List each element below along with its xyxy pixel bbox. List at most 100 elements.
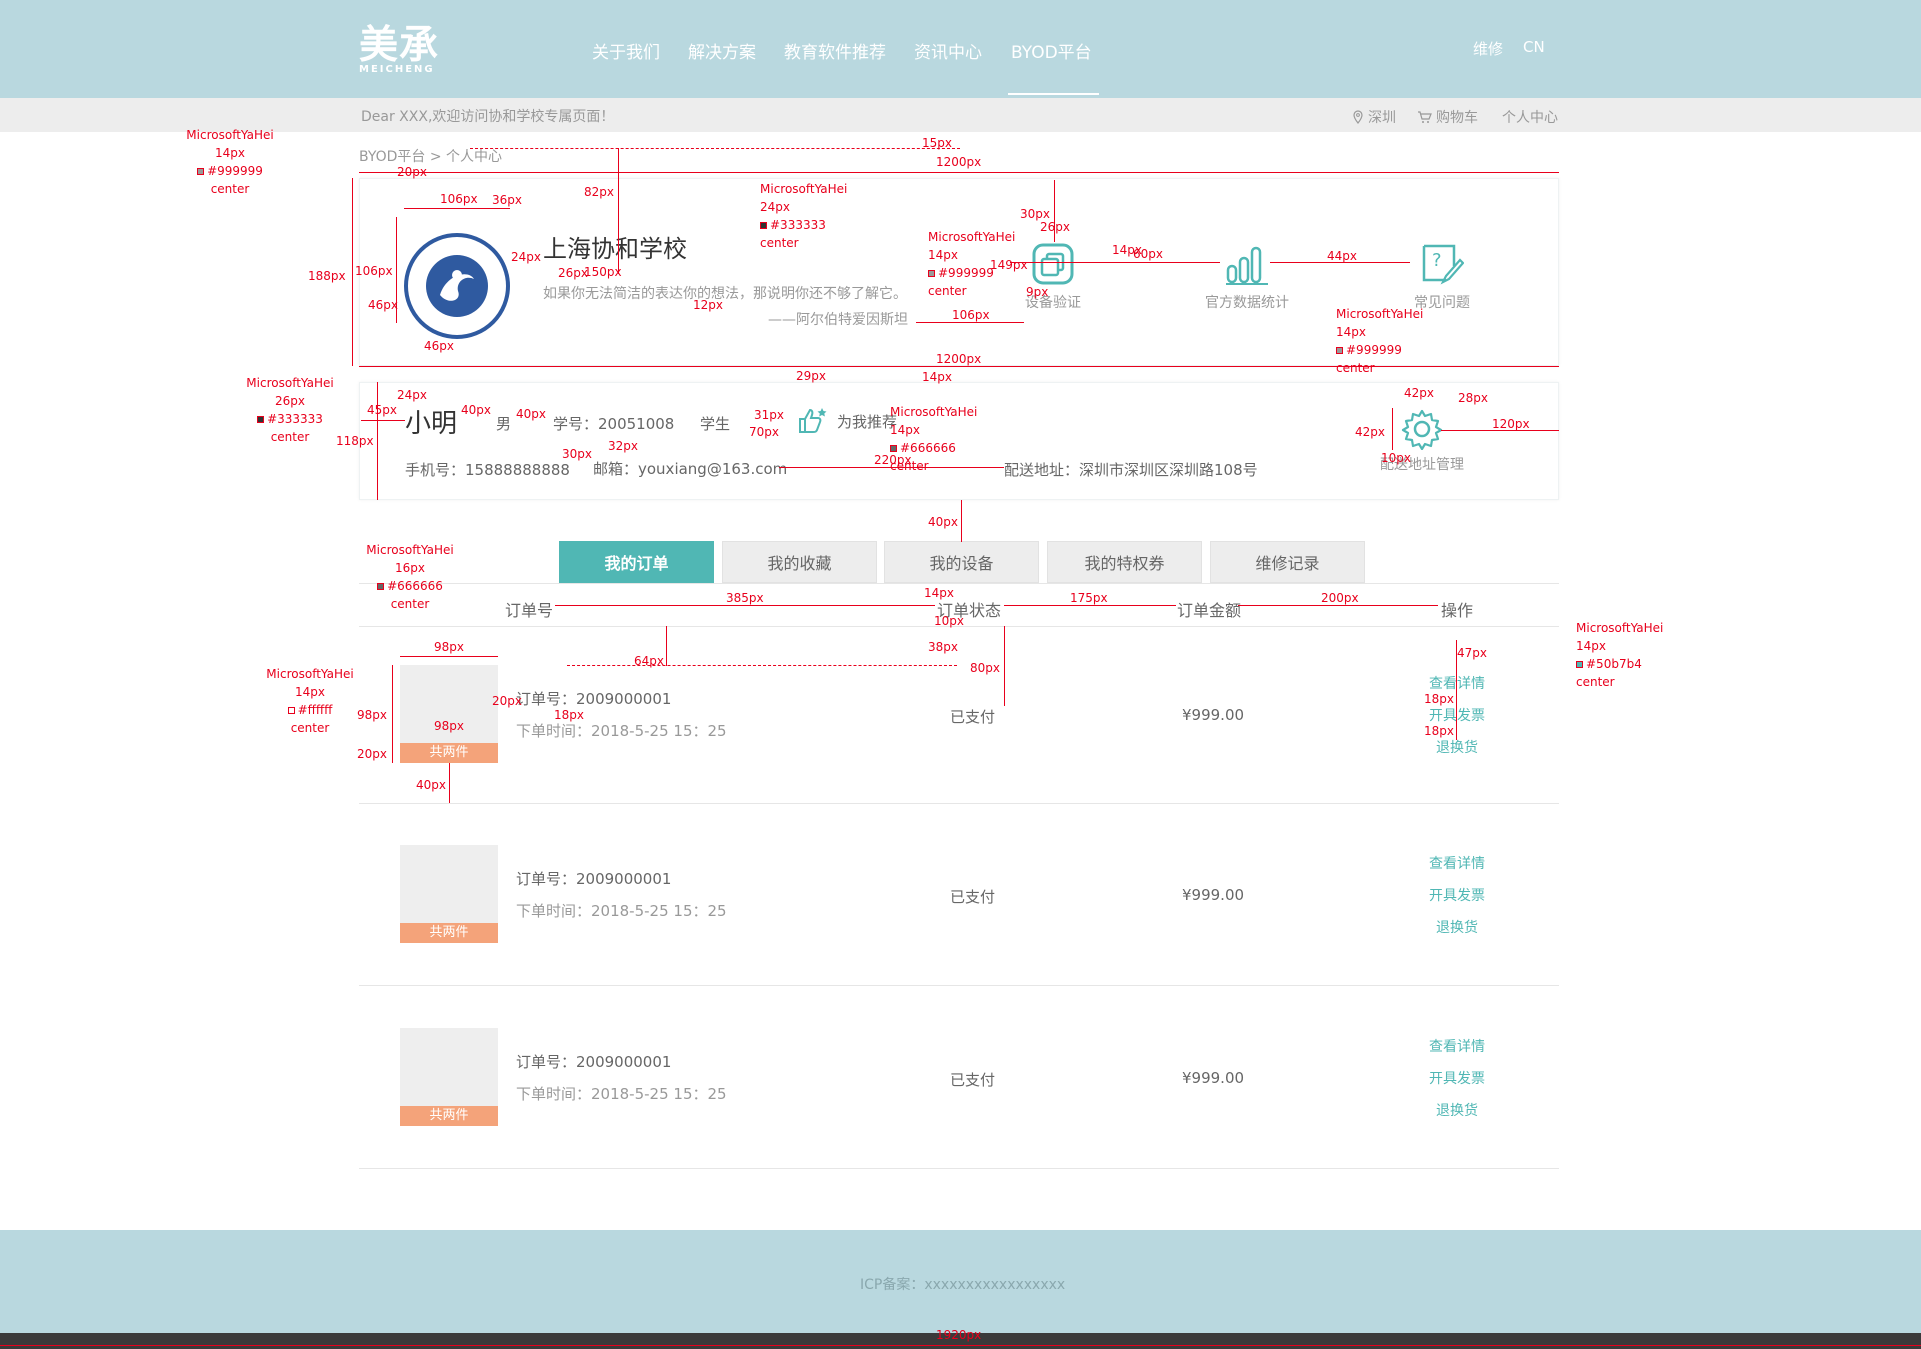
- item-count-tag: 共两件: [400, 743, 498, 763]
- dimension-value: 40px: [461, 403, 491, 417]
- logo-cn: 美承: [359, 22, 440, 68]
- order-amount: ¥999.00: [1182, 706, 1245, 724]
- device-verify-icon: [1031, 242, 1075, 286]
- svg-text:?: ?: [1432, 250, 1442, 271]
- student-role: 学生: [700, 415, 731, 433]
- dimension-line: [392, 665, 393, 763]
- order-number: 订单号：2009000001: [516, 870, 672, 888]
- row-divider: [359, 1168, 1559, 1169]
- dimension-line: [361, 420, 405, 421]
- cart-label: 购物车: [1436, 110, 1478, 126]
- location-link[interactable]: 深圳: [1352, 107, 1396, 127]
- tab-coupons[interactable]: 我的特权券: [1047, 541, 1202, 583]
- dimension-line: [1392, 408, 1393, 450]
- bar-chart-icon: [1225, 242, 1269, 286]
- dimension-value: 20px: [397, 165, 427, 179]
- service-label: 官方数据统计: [1205, 295, 1289, 311]
- tab-devices[interactable]: 我的设备: [884, 541, 1039, 583]
- tab-repair-records[interactable]: 维修记录: [1210, 541, 1365, 583]
- dimension-value: 15px: [922, 136, 952, 150]
- dimension-line: [470, 148, 960, 149]
- dimension-value: 9px: [1026, 285, 1049, 299]
- dimension-value: 32px: [608, 439, 638, 453]
- dimension-line: [449, 763, 450, 803]
- motto-author: ——阿尔伯特爱因斯坦: [768, 312, 908, 328]
- page: { "brand": {"logo_cn": "美承", "logo_en": …: [0, 0, 1921, 1349]
- breadcrumb[interactable]: BYOD平台 > 个人中心: [359, 146, 502, 166]
- cart-link[interactable]: 购物车: [1417, 107, 1478, 127]
- student-email: 邮箱：youxiang@163.com: [593, 460, 788, 478]
- order-amount: ¥999.00: [1182, 1069, 1245, 1087]
- dimension-value: 200px: [1321, 591, 1359, 605]
- location-label: 深圳: [1368, 110, 1396, 126]
- icp-record: ICP备案：xxxxxxxxxxxxxxxxx: [860, 1277, 1066, 1293]
- dimension-value: 44px: [1327, 249, 1357, 263]
- gear-icon: [1401, 408, 1443, 451]
- dimension-value: 26px: [1040, 220, 1070, 234]
- cart-icon: [1418, 111, 1432, 123]
- order-number: 订单号：2009000001: [516, 690, 672, 708]
- dimension-value: 40px: [928, 515, 958, 529]
- row-divider: [359, 985, 1559, 986]
- nav-byod[interactable]: BYOD平台: [1011, 38, 1092, 63]
- dimension-line: [618, 148, 619, 274]
- dimension-value: 18px: [554, 708, 584, 722]
- annotation-font-note: MicrosoftYaHei 14px #999999 center: [1336, 307, 1424, 375]
- order-time: 下单时间：2018-5-25 15：25: [516, 1085, 727, 1103]
- dimension-value: 29px: [796, 369, 826, 383]
- nav-news[interactable]: 资讯中心: [914, 38, 982, 63]
- order-thumbnail[interactable]: 共两件: [400, 1028, 498, 1126]
- dimension-value: 40px: [516, 407, 546, 421]
- order-thumbnail[interactable]: 共两件: [400, 665, 498, 763]
- dimension-value: 12px: [693, 298, 723, 312]
- recommend-button[interactable]: 为我推荐: [797, 407, 897, 435]
- student-phone: 手机号：15888888888: [405, 461, 570, 479]
- dimension-value: 38px: [928, 640, 958, 654]
- invoice-link[interactable]: 开具发票: [1429, 1068, 1485, 1088]
- dimension-value: 82px: [584, 185, 614, 199]
- dimension-value: 149px: [990, 258, 1028, 272]
- tab-favorites[interactable]: 我的收藏: [722, 541, 877, 583]
- return-link[interactable]: 退换货: [1436, 1100, 1478, 1120]
- dimension-value: 42px: [1355, 425, 1385, 439]
- logo[interactable]: 美承 MEICHENG: [359, 22, 449, 78]
- dimension-value: 26px: [558, 266, 588, 280]
- dimension-value: 98px: [357, 708, 387, 722]
- student-gender: 男: [496, 415, 512, 433]
- dimension-value: 220px: [874, 453, 912, 467]
- view-details-link[interactable]: 查看详情: [1429, 853, 1485, 873]
- return-link[interactable]: 退换货: [1436, 917, 1478, 937]
- dimension-value: 36px: [492, 193, 522, 207]
- order-status: 已支付: [950, 1071, 996, 1089]
- order-time: 下单时间：2018-5-25 15：25: [516, 902, 727, 920]
- dimension-value: 46px: [368, 298, 398, 312]
- nav-repair[interactable]: 维修: [1473, 38, 1503, 59]
- invoice-link[interactable]: 开具发票: [1429, 885, 1485, 905]
- order-thumbnail[interactable]: 共两件: [400, 845, 498, 943]
- account-link[interactable]: 个人中心: [1502, 107, 1558, 127]
- dimension-line: [1004, 626, 1005, 706]
- badge-emblem-icon: [440, 270, 474, 301]
- dimension-value: 24px: [511, 250, 541, 264]
- dimension-value: 40px: [416, 778, 446, 792]
- language-switch[interactable]: CN: [1523, 38, 1545, 56]
- item-count-tag: 共两件: [400, 923, 498, 943]
- return-link[interactable]: 退换货: [1436, 737, 1478, 757]
- order-number: 订单号：2009000001: [516, 1053, 672, 1071]
- nav-solutions[interactable]: 解决方案: [688, 38, 756, 63]
- dimension-line: [352, 178, 353, 366]
- view-details-link[interactable]: 查看详情: [1429, 1036, 1485, 1056]
- tab-my-orders[interactable]: 我的订单: [559, 541, 714, 583]
- nav-about[interactable]: 关于我们: [592, 38, 660, 63]
- dimension-value: 10px: [1381, 451, 1411, 465]
- nav-edu-software[interactable]: 教育软件推荐: [784, 38, 886, 63]
- column-order-no: 订单号: [505, 601, 554, 620]
- dimension-line: [666, 626, 667, 666]
- service-official-stats[interactable]: 官方数据统计: [1197, 242, 1297, 312]
- service-device-verify[interactable]: 设备验证: [1023, 242, 1083, 312]
- tab-divider: [359, 583, 1559, 584]
- annotation-font-note: MicrosoftYaHei 14px #ffffff center: [266, 667, 354, 735]
- dimension-line: [1010, 262, 1220, 263]
- service-faq[interactable]: ? 常见问题: [1407, 242, 1477, 312]
- dimension-value: 118px: [336, 434, 374, 448]
